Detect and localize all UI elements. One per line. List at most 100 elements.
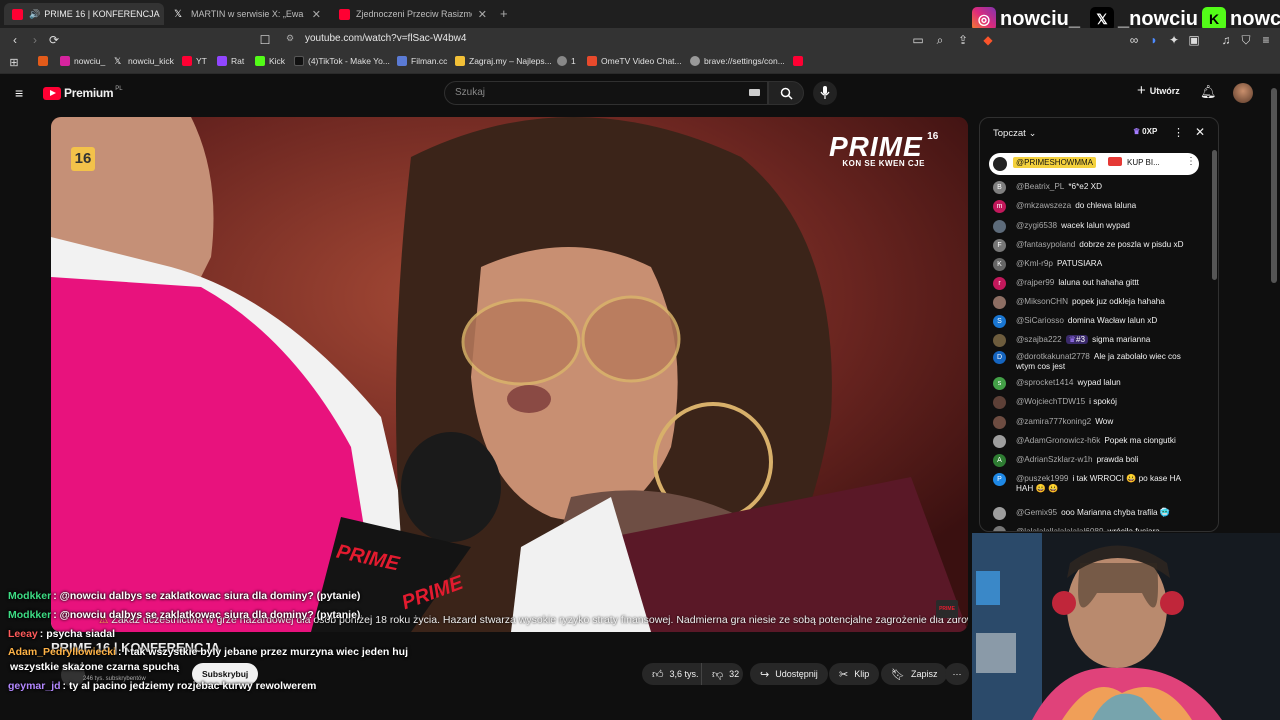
more-actions-button[interactable]: ⋯ (945, 663, 969, 685)
forward-icon[interactable]: › (27, 32, 43, 48)
close-tab-icon[interactable]: ✕ (472, 8, 487, 21)
chat-author[interactable]: @fantasypoland (1016, 240, 1075, 249)
bookmark-item[interactable]: Zagraj.my – Najleps... (455, 56, 552, 66)
cast-icon[interactable]: ▭ (910, 32, 926, 48)
close-tab-icon[interactable]: ✕ (160, 8, 164, 21)
voice-search-button[interactable] (813, 81, 837, 105)
apps-grid-icon[interactable]: ⊞ (6, 55, 22, 71)
chat-author[interactable]: @puszek1999 (1016, 474, 1068, 483)
keyboard-icon[interactable] (749, 89, 760, 96)
like-button[interactable]: 👍︎ 3,6 tys. (642, 663, 701, 685)
chat-author[interactable]: @Beatrix_PL (1016, 182, 1064, 191)
chat-text: Wow (1095, 417, 1114, 426)
overlay-chat-user: Modkker (8, 609, 52, 621)
chat-author[interactable]: @zygi6538 (1016, 221, 1057, 230)
chat-message-content: @zamira777koning2 Wow (1016, 417, 1191, 427)
brave-shield-icon[interactable]: ◆ (980, 32, 996, 48)
member-badge-label: #3 (1075, 335, 1086, 344)
chat-author[interactable]: @mkzawszeza (1016, 201, 1071, 210)
chat-author[interactable]: @rajper99 (1016, 278, 1054, 287)
bookmark-item[interactable]: (4)TikTok - Make Yo... (294, 56, 390, 66)
chat-author[interactable]: @zamira777koning2 (1016, 417, 1091, 426)
game-icon (455, 56, 465, 66)
close-chat-icon[interactable]: ✕ (1195, 125, 1205, 139)
chat-author[interactable]: @WojciechTDW15 (1016, 397, 1085, 406)
browser-toolbar: ‹ › ⟳ ☐ ⚙ youtube.com/watch?v=flSac-W4bw… (0, 28, 1280, 52)
create-button[interactable]: + Utwórz (1137, 83, 1180, 98)
xp-badge[interactable]: ♛ 0XP (1133, 127, 1157, 136)
tab-martin-x[interactable]: 𝕏 MARTIN w serwisie X: „Ewa wybaczyła ✕ (166, 3, 329, 25)
bookmark-item[interactable]: brave://settings/con... (690, 56, 785, 66)
chat-scrollbar[interactable] (1212, 150, 1217, 280)
overlay-chat-user: geymar_jd (8, 680, 61, 692)
share-icon[interactable]: ⇪ (955, 32, 971, 48)
bookmark-item[interactable]: OmeTV Video Chat... (587, 56, 682, 66)
pinned-message[interactable]: @PRIMESHOWMMA KUP BI... ⋮ (989, 153, 1199, 175)
chat-author[interactable]: @sprocket1414 (1016, 378, 1073, 387)
prime-watermark: PRIME (936, 600, 958, 618)
chat-author[interactable]: @lalalalallalalalalal6089 (1016, 527, 1104, 531)
more-options-icon[interactable]: ⋮ (1186, 156, 1196, 167)
search-button[interactable] (768, 81, 804, 105)
chat-author[interactable]: @dorotkakunat2778 (1016, 352, 1090, 361)
search-input[interactable]: Szukaj (444, 81, 768, 105)
chat-mode-dropdown[interactable]: Topczat ⌄ (993, 128, 1036, 139)
avatar[interactable] (1233, 83, 1253, 103)
tab-prime-konferencja[interactable]: 🔊 PRIME 16 | KONFERENCJA ✕ (4, 3, 164, 25)
menu-icon[interactable]: ≡ (1258, 32, 1274, 48)
overlay-chat-message: geymar_jd: ty al pacino jedziemy rozjeba… (8, 680, 316, 692)
zoom-icon[interactable]: ⌕ (932, 32, 948, 48)
chat-author[interactable]: @AdrianSzklarz-w1h (1016, 455, 1093, 464)
sidebar-icon[interactable]: ▣ (1186, 32, 1202, 48)
chat-author[interactable]: @Gemix95 (1016, 508, 1057, 517)
save-button[interactable]: 🔖︎ Zapisz (881, 663, 948, 685)
chat-text: sigma marianna (1092, 335, 1151, 344)
media-icon[interactable]: ♫ (1218, 32, 1234, 48)
bookmark-item[interactable]: nowciu_ (60, 56, 105, 66)
vpn-shield-icon[interactable]: ⛉ (1238, 32, 1254, 48)
chat-author[interactable]: @AdamGronowicz-h6k (1016, 436, 1100, 445)
share-button[interactable]: ↪ Udostępnij (750, 663, 828, 685)
filman-icon (397, 56, 407, 66)
back-icon[interactable]: ‹ (7, 32, 23, 48)
youtube-logo[interactable]: Premium PL (43, 86, 123, 100)
wallet-icon[interactable]: ◗ (1146, 32, 1162, 48)
chat-author[interactable]: @MiksonCHN (1016, 297, 1068, 306)
overlay-chat-text: : I tak wszystkie byly jebane przez murz… (117, 646, 408, 658)
bookmark-item[interactable]: Rat (217, 56, 244, 66)
page-scrollbar[interactable] (1271, 88, 1277, 283)
bookmark-item[interactable]: 𝕏nowciu_kick (114, 56, 174, 66)
vpn-icon[interactable]: ∞ (1126, 32, 1142, 48)
crown-icon: ♛ (1133, 127, 1141, 136)
reload-icon[interactable]: ⟳ (46, 32, 62, 48)
close-tab-icon[interactable]: ✕ (306, 8, 321, 21)
tab-title: Zjednoczeni Przeciw Rasizmowi i nie (356, 9, 472, 19)
chat-message-content: @Kml-r9p PATUSIARA (1016, 259, 1191, 269)
new-tab-button[interactable]: + (500, 6, 508, 21)
site-info-icon[interactable]: ⚙ (286, 33, 294, 44)
bookmark-item[interactable]: Filman.cc (397, 56, 447, 66)
bookmark-item[interactable]: 1 (557, 56, 576, 66)
chat-author[interactable]: @SiCariosso (1016, 316, 1064, 325)
overlay-chat-user: Modkker (8, 590, 52, 602)
avatar (993, 296, 1006, 309)
bookmark-item[interactable] (793, 56, 807, 66)
bookmark-item[interactable]: YT (182, 56, 207, 66)
chat-text: wacek lalun wypad (1061, 221, 1130, 230)
hamburger-menu-icon[interactable]: ≡ (15, 85, 23, 101)
overlay-chat-message: Modkker: @nowciu dalbys se zaklatkowac s… (8, 590, 360, 602)
bookmark-icon[interactable]: ☐ (257, 32, 273, 48)
address-bar[interactable]: ⚙ youtube.com/watch?v=flSac-W4bw4 (280, 31, 1000, 49)
chat-author[interactable]: @szajba222 (1016, 335, 1062, 344)
tab-zjednoczeni[interactable]: Zjednoczeni Przeciw Rasizmowi i nie ✕ (331, 3, 495, 25)
clip-button[interactable]: ✂ Klip (829, 663, 880, 685)
dislike-button[interactable]: 👎︎ 32 (701, 663, 743, 685)
extensions-icon[interactable]: ✦ (1166, 32, 1182, 48)
avatar (993, 526, 1006, 531)
bookmark-item[interactable] (38, 56, 52, 66)
bookmark-item[interactable]: Kick (255, 56, 285, 66)
more-options-icon[interactable]: ⋮ (1173, 126, 1184, 139)
video-player[interactable]: 16 PRIME 16 KON SE KWEN CJE PRIME PRIME … (51, 117, 968, 632)
notifications-bell-icon[interactable]: 🔔︎ (1200, 84, 1217, 100)
chat-author[interactable]: @Kml-r9p (1016, 259, 1053, 268)
